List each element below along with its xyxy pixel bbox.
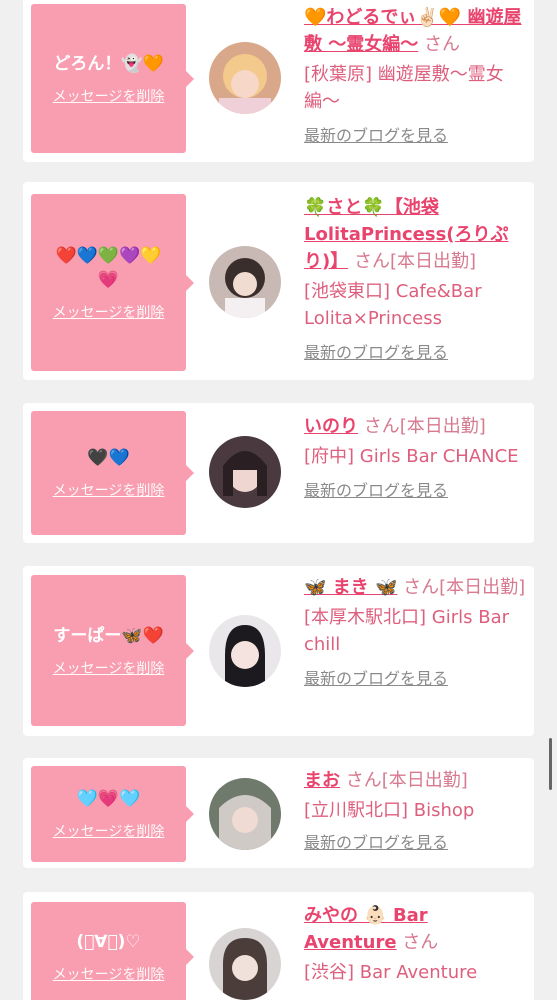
cast-suffix: さん	[402, 932, 439, 953]
message-text: ❤️💙💚💜💛💗	[55, 245, 162, 290]
shop-name: [府中] Girls Bar CHANCE	[304, 446, 519, 467]
cast-info: まお さん[本日出勤] [立川駅北口] Bishop 最新のブログを見る	[304, 767, 526, 854]
delete-message-link[interactable]: メッセージを削除	[53, 964, 165, 984]
message-text: 🖤💙	[87, 448, 130, 468]
message-card: どろん！👻🧡 メッセージを削除 🧡わどるでぃ✌🏻🧡 幽遊屋敷 〜霊女編〜 さん …	[23, 0, 534, 162]
message-card: (ﾟ∀ﾟ)♡ メッセージを削除 みやの 👶🏻 Bar Aventure さん […	[23, 892, 534, 1000]
message-text: どろん！👻🧡	[53, 53, 164, 74]
delete-message-link[interactable]: メッセージを削除	[53, 86, 165, 106]
latest-blog-link[interactable]: 最新のブログを見る	[304, 342, 526, 364]
scrollbar[interactable]	[549, 738, 552, 790]
avatar[interactable]	[209, 928, 281, 1000]
message-card: 🩵💗🩵 メッセージを削除 まお さん[本日出勤] [立川駅北口] Bishop …	[23, 758, 534, 868]
delete-message-link[interactable]: メッセージを削除	[53, 480, 165, 500]
avatar[interactable]	[209, 778, 281, 850]
message-bubble: 🖤💙 メッセージを削除	[31, 411, 194, 535]
message-text: (ﾟ∀ﾟ)♡	[76, 932, 141, 952]
delete-message-link[interactable]: メッセージを削除	[53, 302, 165, 322]
cast-info: いのり さん[本日出勤] [府中] Girls Bar CHANCE 最新のブロ…	[304, 413, 526, 502]
message-bubble: 🩵💗🩵 メッセージを削除	[31, 766, 194, 862]
shop-name: [立川駅北口] Bishop	[304, 800, 475, 821]
cast-info: 🧡わどるでぃ✌🏻🧡 幽遊屋敷 〜霊女編〜 さん [秋葉原] 幽遊屋敷〜霊女編〜 …	[304, 4, 526, 147]
message-bubble: (ﾟ∀ﾟ)♡ メッセージを削除	[31, 902, 194, 1000]
latest-blog-link[interactable]: 最新のブログを見る	[304, 668, 526, 690]
cast-name-link[interactable]: 🧡わどるでぃ✌🏻🧡 幽遊屋敷 〜霊女編〜	[304, 7, 522, 55]
message-list: どろん！👻🧡 メッセージを削除 🧡わどるでぃ✌🏻🧡 幽遊屋敷 〜霊女編〜 さん …	[0, 0, 557, 1000]
cast-info: 🦋 まき 🦋 さん[本日出勤] [本厚木駅北口] Girls Bar chill…	[304, 574, 526, 690]
cast-name-link[interactable]: いのり	[304, 416, 358, 437]
message-text: すーぱー🦋❤️	[53, 625, 164, 646]
message-card: すーぱー🦋❤️ メッセージを削除 🦋 まき 🦋 さん[本日出勤] [本厚木駅北口…	[23, 566, 534, 736]
avatar[interactable]	[209, 436, 281, 508]
latest-blog-link[interactable]: 最新のブログを見る	[304, 832, 526, 854]
cast-name-link[interactable]: まお	[304, 770, 340, 791]
cast-suffix: さん[本日出勤]	[363, 416, 486, 437]
delete-message-link[interactable]: メッセージを削除	[53, 658, 165, 678]
message-card: ❤️💙💚💜💛💗 メッセージを削除 🍀さと🍀【池袋LolitaPrincess(ろ…	[23, 182, 534, 380]
cast-info: みやの 👶🏻 Bar Aventure さん [渋谷] Bar Aventure	[304, 902, 526, 986]
shop-name: [本厚木駅北口] Girls Bar chill	[304, 607, 509, 655]
message-card: 🖤💙 メッセージを削除 いのり さん[本日出勤] [府中] Girls Bar …	[23, 403, 534, 543]
message-bubble: ❤️💙💚💜💛💗 メッセージを削除	[31, 194, 194, 371]
avatar[interactable]	[209, 42, 281, 114]
shop-name: [池袋東口] Cafe&Bar Lolita×Princess	[304, 281, 482, 329]
cast-name-link[interactable]: 🦋 まき 🦋	[304, 577, 397, 598]
cast-suffix: さん	[424, 34, 461, 55]
shop-name: [秋葉原] 幽遊屋敷〜霊女編〜	[304, 64, 504, 112]
message-bubble: どろん！👻🧡 メッセージを削除	[31, 4, 194, 153]
cast-suffix: さん[本日出勤]	[403, 577, 526, 598]
message-text: 🩵💗🩵	[76, 789, 141, 809]
latest-blog-link[interactable]: 最新のブログを見る	[304, 125, 526, 147]
latest-blog-link[interactable]: 最新のブログを見る	[304, 480, 526, 502]
cast-info: 🍀さと🍀【池袋LolitaPrincess(ろりぷり)】 さん[本日出勤] [池…	[304, 194, 526, 364]
avatar[interactable]	[209, 615, 281, 687]
avatar[interactable]	[209, 246, 281, 318]
cast-suffix: さん[本日出勤]	[345, 770, 468, 791]
cast-suffix: さん[本日出勤]	[353, 251, 477, 272]
delete-message-link[interactable]: メッセージを削除	[53, 821, 165, 841]
shop-name: [渋谷] Bar Aventure	[304, 962, 478, 983]
message-bubble: すーぱー🦋❤️ メッセージを削除	[31, 575, 194, 726]
